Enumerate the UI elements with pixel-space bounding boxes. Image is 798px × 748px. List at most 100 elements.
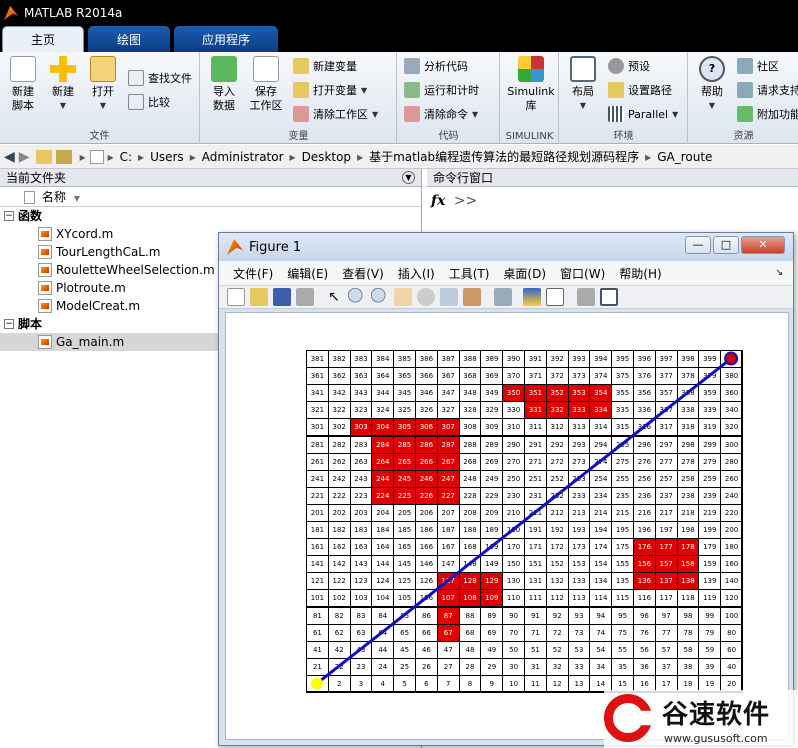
fx-icon[interactable]: fx xyxy=(431,193,445,209)
path-segment[interactable]: Administrator xyxy=(202,150,284,164)
preferences-button[interactable]: 预设 xyxy=(608,56,650,76)
brush-icon[interactable] xyxy=(463,288,481,306)
import-icon xyxy=(211,56,237,82)
collapse-icon[interactable]: − xyxy=(4,319,14,329)
open-file-icon[interactable] xyxy=(250,288,268,306)
column-header-name[interactable]: 名称 ▼ xyxy=(0,187,421,207)
path-segment[interactable]: Desktop xyxy=(302,150,352,164)
minimize-button[interactable]: — xyxy=(685,236,711,254)
layout-button[interactable]: 布局 ▼ xyxy=(564,56,602,113)
menu-help[interactable]: 帮助(H) xyxy=(619,265,661,282)
menu-view[interactable]: 查看(V) xyxy=(342,265,384,282)
eraser-icon xyxy=(404,106,420,122)
matlab-logo-icon xyxy=(227,239,243,255)
parallel-icon xyxy=(608,106,624,122)
menu-insert[interactable]: 插入(I) xyxy=(398,265,435,282)
menu-window[interactable]: 窗口(W) xyxy=(560,265,605,282)
print-icon[interactable] xyxy=(296,288,314,306)
clear-workspace-button[interactable]: 清除工作区 ▼ xyxy=(293,104,378,124)
ribbon-group-resources: ? 帮助 ▼ 社区 请求支持 附加功能 资源 xyxy=(689,52,798,144)
hide-plot-tools-icon[interactable] xyxy=(577,288,595,306)
community-button[interactable]: 社区 xyxy=(737,56,779,76)
zoom-out-icon[interactable] xyxy=(371,288,389,306)
m-file-icon xyxy=(38,299,52,313)
menu-tools[interactable]: 工具(T) xyxy=(449,265,490,282)
rotate-3d-icon[interactable] xyxy=(417,288,435,306)
back-arrow-icon[interactable]: ◀ xyxy=(4,149,15,165)
chevron-down-icon: ▼ xyxy=(59,101,67,110)
new-figure-icon[interactable] xyxy=(227,288,245,306)
colorbar-icon[interactable] xyxy=(523,288,541,306)
ribbon-group-simulink: Simulink 库 SIMULINK xyxy=(501,52,559,144)
clear-commands-button[interactable]: 清除命令 ▼ xyxy=(404,104,478,124)
ribbon-group-environment: 布局 ▼ 预设 设置路径 Parallel ▼ 环境 xyxy=(560,52,688,144)
pointer-icon[interactable]: ↖ xyxy=(325,288,343,306)
open-button[interactable]: 打开 ▼ xyxy=(84,56,122,113)
chevron-down-icon: ▼ xyxy=(361,85,368,95)
forward-arrow-icon[interactable]: ▶ xyxy=(19,149,30,165)
group-functions[interactable]: − 函数 xyxy=(0,207,421,225)
open-variable-icon xyxy=(293,82,309,98)
dock-arrow-icon[interactable]: ↘ xyxy=(775,268,783,278)
analyze-code-button[interactable]: 分析代码 xyxy=(404,56,468,76)
analyze-code-icon xyxy=(404,58,420,74)
route-line xyxy=(315,357,733,685)
menu-edit[interactable]: 编辑(E) xyxy=(287,265,328,282)
simulink-library-button[interactable]: Simulink 库 xyxy=(505,56,557,113)
menu-file[interactable]: 文件(F) xyxy=(233,265,273,282)
gear-icon xyxy=(608,58,624,74)
tab-apps[interactable]: 应用程序 xyxy=(174,26,278,52)
path-segment[interactable]: Users xyxy=(150,150,184,164)
find-files-icon xyxy=(128,70,144,86)
panel-menu-icon[interactable]: ▼ xyxy=(402,171,415,184)
legend-icon[interactable] xyxy=(546,288,564,306)
figure-title: Figure 1 xyxy=(249,239,302,255)
tab-home[interactable]: 主页 xyxy=(2,26,84,52)
set-path-icon xyxy=(608,82,624,98)
compare-button[interactable]: 比较 xyxy=(128,92,170,112)
menu-desktop[interactable]: 桌面(D) xyxy=(503,265,546,282)
new-script-button[interactable]: 新建 脚本 xyxy=(4,56,42,113)
new-variable-icon xyxy=(293,58,309,74)
ribbon-group-code: 分析代码 运行和计时 清除命令 ▼ 代码 xyxy=(398,52,500,144)
show-plot-tools-icon[interactable] xyxy=(600,288,618,306)
path-segment[interactable]: GA_route xyxy=(657,150,712,164)
save-icon[interactable] xyxy=(273,288,291,306)
chevron-down-icon: ▼ xyxy=(579,101,587,110)
maximize-button[interactable]: □ xyxy=(713,236,739,254)
import-data-button[interactable]: 导入 数据 xyxy=(205,56,243,113)
find-files-button[interactable]: 查找文件 xyxy=(128,68,192,88)
save-workspace-button[interactable]: 保存 工作区 xyxy=(247,56,285,113)
command-line[interactable]: fx >> xyxy=(427,187,798,215)
request-support-button[interactable]: 请求支持 xyxy=(737,80,798,100)
close-button[interactable]: ✕ xyxy=(741,236,785,254)
up-folder-icon[interactable] xyxy=(35,149,52,164)
collapse-icon[interactable]: − xyxy=(4,211,14,221)
path-segment[interactable]: C: xyxy=(120,150,132,164)
community-icon xyxy=(737,58,753,74)
zoom-in-icon[interactable] xyxy=(348,288,366,306)
figure-titlebar: Figure 1 — □ ✕ xyxy=(219,233,793,261)
parallel-button[interactable]: Parallel ▼ xyxy=(608,104,678,124)
start-marker xyxy=(310,677,323,690)
addons-button[interactable]: 附加功能 xyxy=(737,104,798,124)
ribbon-tabs: 主页 绘图 应用程序 xyxy=(0,26,798,52)
new-variable-button[interactable]: 新建变量 xyxy=(293,56,357,76)
pan-hand-icon[interactable] xyxy=(394,288,412,306)
run-and-time-button[interactable]: 运行和计时 xyxy=(404,80,479,100)
chevron-down-icon: ▼ xyxy=(672,109,679,119)
data-cursor-icon[interactable] xyxy=(440,288,458,306)
new-button[interactable]: 新建 ▼ xyxy=(44,56,82,113)
ribbon: 新建 脚本 新建 ▼ 打开 ▼ 查找文件 比较 文件 导入 数据 保存 工作区 xyxy=(0,52,798,144)
tab-plots[interactable]: 绘图 xyxy=(88,26,170,52)
eraser-icon xyxy=(293,106,309,122)
path-segment[interactable]: 基于matlab编程遗传算法的最短路径规划源码程序 xyxy=(369,148,639,165)
help-button[interactable]: ? 帮助 ▼ xyxy=(693,56,731,113)
open-variable-button[interactable]: 打开变量 ▼ xyxy=(293,80,367,100)
browse-folder-icon[interactable] xyxy=(55,149,72,164)
link-plot-icon[interactable] xyxy=(494,288,512,306)
sort-arrow-icon: ▼ xyxy=(73,194,80,203)
set-path-button[interactable]: 设置路径 xyxy=(608,80,672,100)
app-title: MATLAB R2014a xyxy=(24,6,123,20)
compare-icon xyxy=(128,94,144,110)
